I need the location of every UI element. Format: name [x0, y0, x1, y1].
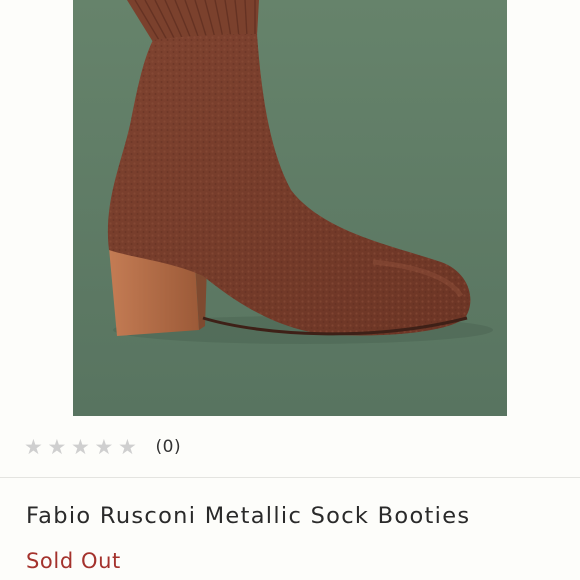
star-empty-icon: ★: [118, 434, 137, 459]
product-image[interactable]: [73, 0, 507, 416]
boot-photo: [73, 0, 507, 416]
stock-status: Sold Out: [26, 549, 121, 573]
product-listing: ★ ★ ★ ★ ★ (0) Fabio Rusconi Metallic Soc…: [0, 0, 580, 580]
star-empty-icon: ★: [24, 434, 43, 459]
star-empty-icon: ★: [94, 434, 114, 459]
rating-row[interactable]: ★ ★ ★ ★ ★ (0): [24, 434, 181, 460]
star-empty-icon: ★: [47, 434, 67, 459]
product-title: Fabio Rusconi Metallic Sock Booties: [26, 503, 471, 529]
star-empty-icon: ★: [71, 434, 90, 459]
star-rating: ★ ★ ★ ★ ★: [24, 434, 142, 459]
divider: [0, 477, 580, 478]
review-count[interactable]: (0): [156, 437, 182, 457]
